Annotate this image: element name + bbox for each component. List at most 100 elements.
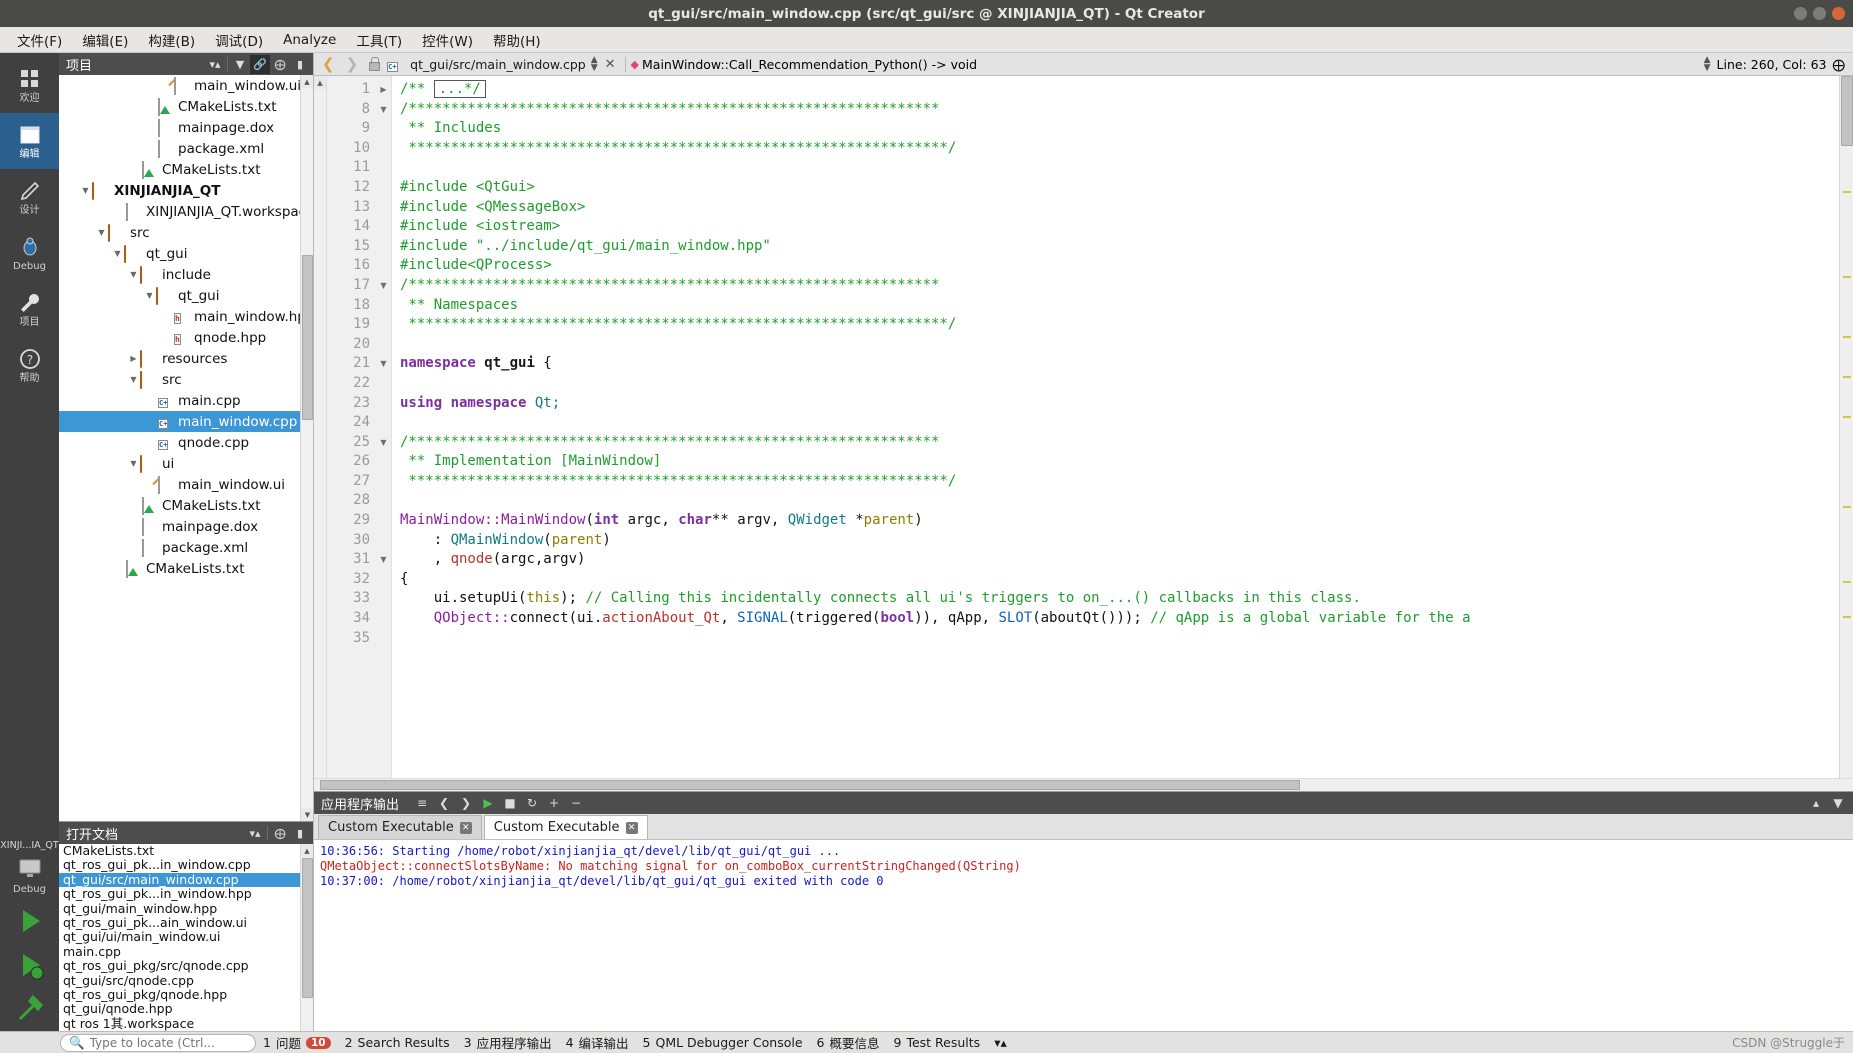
fold-marker[interactable] — [376, 198, 391, 218]
search-input[interactable] — [89, 1035, 247, 1050]
scroll-thumb[interactable] — [302, 255, 313, 420]
menu-edit[interactable]: 编辑(E) — [73, 27, 137, 53]
mode-debug[interactable]: Debug — [0, 225, 59, 281]
debug-run-button[interactable] — [14, 949, 46, 981]
menu-file[interactable]: 文件(F) — [8, 27, 71, 53]
zoom-in-icon[interactable]: + — [543, 793, 565, 813]
close-button[interactable] — [1832, 7, 1845, 20]
back-arrow-icon[interactable]: ❮ — [318, 55, 339, 73]
tree-item[interactable]: ▼ src — [59, 369, 313, 390]
scroll-thumb[interactable] — [1841, 76, 1853, 146]
tree-item[interactable]: mainpage.dox — [59, 516, 313, 537]
symbol-name[interactable]: MainWindow::Call_Recommendation_Python()… — [642, 57, 977, 72]
open-file-combo[interactable]: qt_gui/src/main_window.cpp ▲ ▼ — [410, 56, 598, 73]
mode-welcome[interactable]: 欢迎 — [0, 57, 59, 113]
close-icon[interactable]: ✕ — [601, 57, 620, 72]
tree-item[interactable]: ▼ src — [59, 222, 313, 243]
fold-marker[interactable] — [376, 296, 391, 316]
link-icon[interactable]: 🔗 — [250, 54, 270, 74]
fold-marker[interactable] — [376, 589, 391, 609]
maximize-pane-icon[interactable]: ▴ — [1805, 793, 1827, 813]
tree-item[interactable]: C+ main.cpp — [59, 390, 313, 411]
tree-item[interactable]: ▼ ui — [59, 453, 313, 474]
tree-item[interactable]: CMakeLists.txt — [59, 159, 313, 180]
tree-item[interactable]: CMakeLists.txt — [59, 558, 313, 579]
menu-debug[interactable]: 调试(D) — [206, 27, 272, 53]
expand-arrow-icon[interactable]: ▼ — [127, 270, 140, 279]
chevron-updown-icon[interactable]: ▲ ▼ — [1704, 56, 1711, 73]
status-item-issues[interactable]: 1 问题 10 — [256, 1033, 338, 1052]
fold-marker[interactable] — [376, 217, 391, 237]
run-button[interactable] — [14, 905, 46, 937]
menu-window[interactable]: 控件(W) — [413, 27, 482, 53]
expand-arrow-icon[interactable]: ▼ — [111, 249, 124, 258]
output-tab-2[interactable]: Custom Executable ✕ — [483, 815, 648, 839]
open-document-item[interactable]: CMakeLists.txt — [59, 844, 313, 858]
menu-help[interactable]: 帮助(H) — [484, 27, 550, 53]
project-tree-scrollbar[interactable]: ▲ ▼ — [300, 75, 313, 821]
scroll-up-arrow[interactable]: ▲ — [301, 75, 313, 88]
tree-item[interactable]: mainpage.dox — [59, 117, 313, 138]
tree-item[interactable]: CMakeLists.txt — [59, 96, 313, 117]
expand-arrow-icon[interactable]: ▼ — [127, 459, 140, 468]
fold-marker[interactable]: ▼ — [376, 100, 391, 120]
run-icon[interactable]: ▶ — [477, 793, 499, 813]
split-editor-icon[interactable]: ⨁ — [1833, 57, 1846, 72]
status-item-compile-output[interactable]: 4 编译输出 — [559, 1033, 636, 1052]
close-icon[interactable]: ✕ — [625, 821, 638, 834]
fold-marker[interactable] — [376, 394, 391, 414]
split-icon[interactable]: ⨁ — [270, 824, 290, 843]
sort-icon[interactable]: ▾▴ — [205, 55, 225, 74]
project-tree[interactable]: main_window.ui CMakeLists.txt mainpage.dox… — [59, 75, 313, 821]
forward-arrow-icon[interactable]: ❯ — [342, 55, 363, 73]
fold-marker[interactable] — [376, 335, 391, 355]
tree-item[interactable]: h qnode.hpp — [59, 327, 313, 348]
open-document-item[interactable]: main.cpp — [59, 944, 313, 959]
chevron-updown-icon[interactable]: ▲ ▼ — [591, 56, 598, 73]
scroll-down-arrow[interactable]: ▼ — [301, 808, 313, 821]
mode-design[interactable]: 设计 — [0, 169, 59, 225]
tree-item[interactable]: ▼ qt_gui — [59, 243, 313, 264]
open-document-item[interactable]: qt_ros_gui_pk...in_window.hpp — [59, 886, 313, 901]
hide-icon[interactable]: ▮ — [290, 824, 310, 843]
status-item-app-output[interactable]: 3 应用程序输出 — [457, 1033, 559, 1052]
tree-item[interactable]: ▼ XINJIANJIA_QT — [59, 180, 313, 201]
open-document-item[interactable]: qt_gui/src/qnode.cpp — [59, 973, 313, 988]
build-button[interactable] — [14, 993, 46, 1025]
status-item-general-messages[interactable]: 6 概要信息 — [810, 1033, 887, 1052]
menu-build[interactable]: 构建(B) — [139, 27, 204, 53]
status-item-qml-console[interactable]: 5 QML Debugger Console — [636, 1035, 810, 1050]
open-document-item[interactable]: qt ros 1其.workspace — [59, 1016, 313, 1031]
status-item-test-results[interactable]: 9 Test Results — [887, 1035, 988, 1050]
split-icon[interactable]: ⨁ — [270, 55, 290, 74]
maximize-button[interactable] — [1813, 7, 1826, 20]
next-icon[interactable]: ❯ — [455, 793, 477, 813]
fold-marker[interactable] — [376, 139, 391, 159]
editor-vertical-scrollbar[interactable] — [1839, 76, 1853, 778]
mode-help[interactable]: ? 帮助 — [0, 337, 59, 393]
sort-icon[interactable]: ▾▴ — [245, 824, 265, 843]
output-tab-1[interactable]: Custom Executable ✕ — [318, 815, 482, 839]
scroll-up-arrow[interactable]: ▲ — [301, 844, 313, 857]
open-document-item[interactable]: qt_gui/ui/main_window.ui — [59, 929, 313, 944]
editor-left-margin[interactable]: ▲ — [314, 76, 327, 778]
locator-search[interactable]: 🔍 — [60, 1033, 256, 1052]
tree-item[interactable]: ▼ include — [59, 264, 313, 285]
fold-marker[interactable] — [376, 452, 391, 472]
fold-marker[interactable]: ▼ — [376, 550, 391, 570]
tree-item[interactable]: CMakeLists.txt — [59, 495, 313, 516]
fold-marker[interactable] — [376, 491, 391, 511]
open-document-item[interactable]: qt_ros_gui_pk...in_window.cpp — [59, 857, 313, 872]
tree-item[interactable]: XINJIANJIA_QT.workspace — [59, 201, 313, 222]
tree-item[interactable]: ▶ resources — [59, 348, 313, 369]
tree-item[interactable]: main_window.ui — [59, 75, 313, 96]
output-text[interactable]: 10:36:56: Starting /home/robot/xinjianji… — [314, 840, 1853, 1031]
fold-marker[interactable]: ▶ — [376, 80, 391, 100]
scroll-thumb[interactable] — [302, 858, 313, 998]
fold-marker[interactable] — [376, 511, 391, 531]
tree-item[interactable]: h main_window.hpp — [59, 306, 313, 327]
scroll-up-arrow[interactable]: ▲ — [314, 76, 326, 89]
fold-marker[interactable] — [376, 119, 391, 139]
stop-icon[interactable]: ■ — [499, 793, 521, 813]
more-icon[interactable]: ▾▴ — [987, 1035, 1014, 1050]
